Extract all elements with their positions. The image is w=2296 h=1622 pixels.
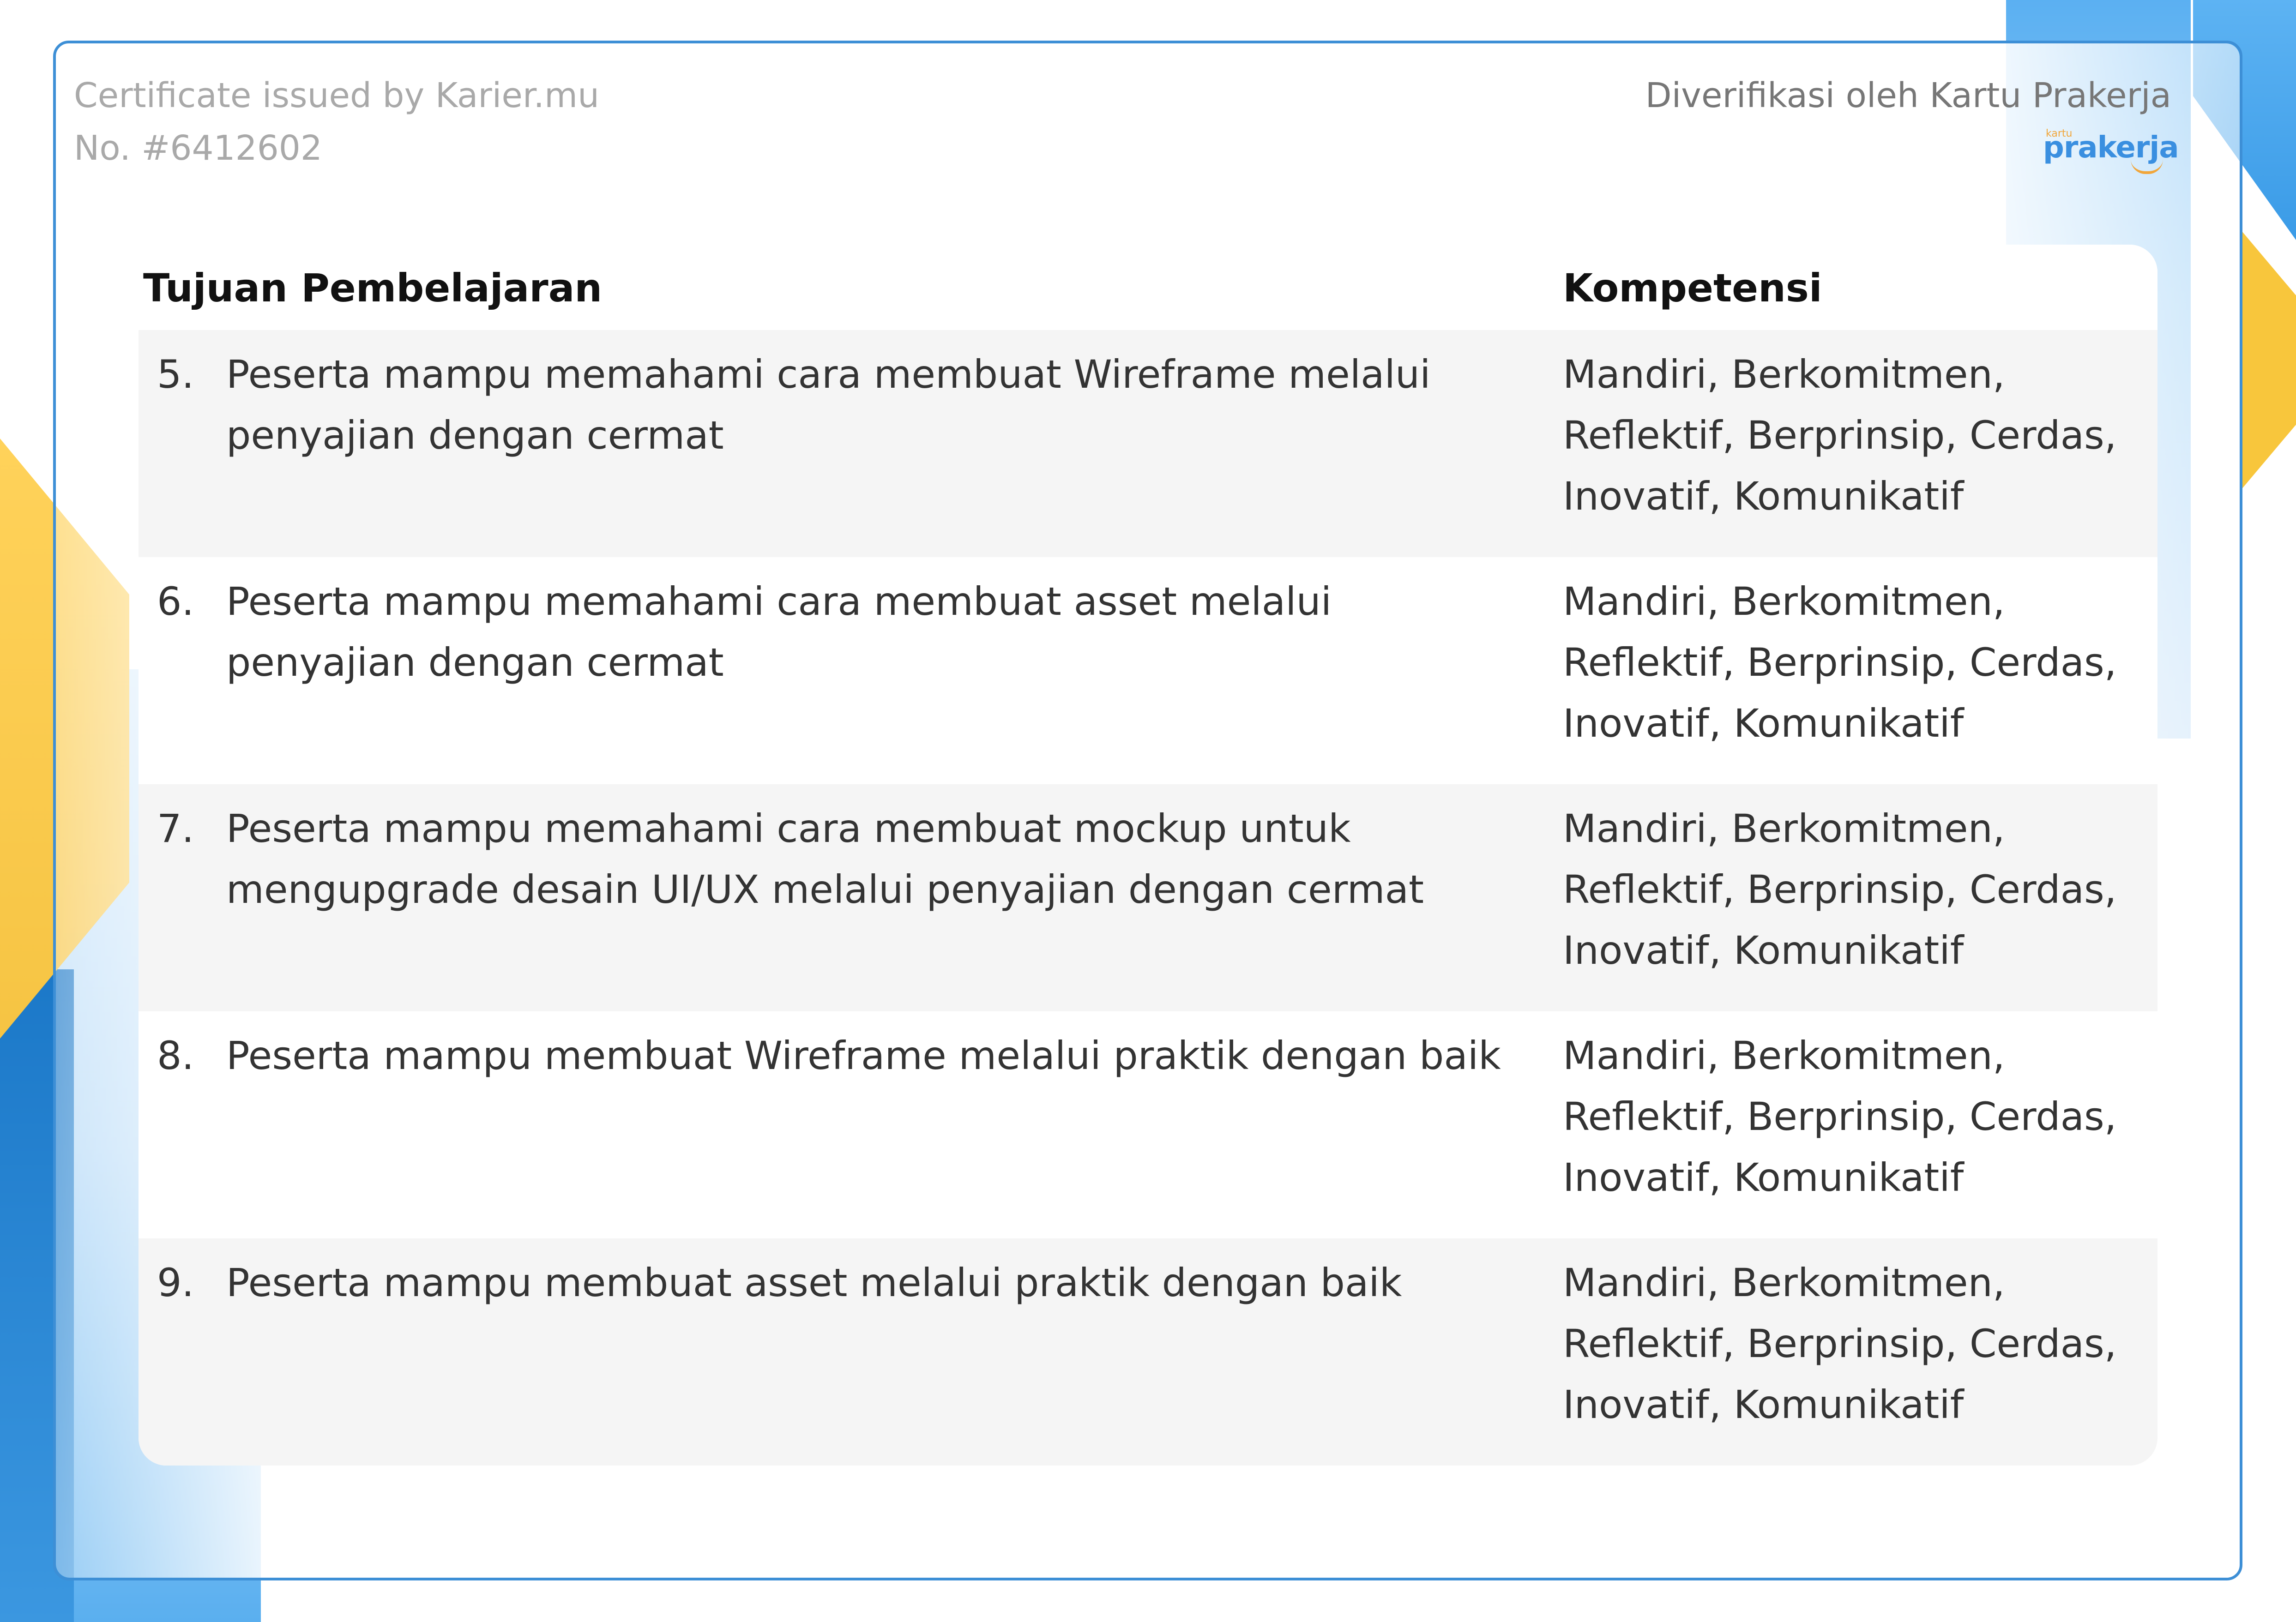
- table-row: 6. Peserta mampu memahami cara membuat a…: [139, 557, 2157, 784]
- row-competency: Mandiri, Berkomitmen, Reflektif, Berprin…: [1563, 1033, 2117, 1200]
- table-row: 9. Peserta mampu membuat asset melalui p…: [139, 1238, 2157, 1466]
- column-header-goal: Tujuan Pembelajaran: [143, 265, 603, 311]
- row-number: 9.: [157, 1260, 194, 1305]
- row-competency: Mandiri, Berkomitmen, Reflektif, Berprin…: [1563, 579, 2117, 746]
- verified-by-text: Diverifikasi oleh Kartu Prakerja: [1645, 76, 2171, 115]
- row-number: 8.: [157, 1033, 194, 1078]
- row-competency: Mandiri, Berkomitmen, Reflektif, Berprin…: [1563, 352, 2117, 519]
- table-row: 8. Peserta mampu membuat Wireframe melal…: [139, 1011, 2157, 1238]
- prakerja-logo: kartu prakerja: [2043, 127, 2179, 174]
- decorative-yellow-edge-right: [2242, 231, 2296, 489]
- verification-block: Diverifikasi oleh Kartu Prakerja: [1645, 69, 2171, 122]
- table-row: 7. Peserta mampu memahami cara membuat m…: [139, 784, 2157, 1011]
- row-goal: Peserta mampu memahami cara membuat asse…: [226, 579, 1332, 685]
- row-number: 5.: [157, 352, 194, 397]
- column-header-competency: Kompetensi: [1563, 265, 1822, 311]
- issuer-text: Certificate issued by Karier.mu: [74, 76, 600, 115]
- table-header: Tujuan Pembelajaran Kompetensi: [139, 245, 2157, 330]
- row-number: 7.: [157, 806, 194, 851]
- row-goal: Peserta mampu membuat asset melalui prak…: [226, 1260, 1402, 1305]
- row-competency: Mandiri, Berkomitmen, Reflektif, Berprin…: [1563, 1260, 2117, 1427]
- row-goal: Peserta mampu memahami cara membuat Wire…: [226, 352, 1431, 458]
- table-row: 5. Peserta mampu memahami cara membuat W…: [139, 330, 2157, 557]
- certificate-number: No. #6412602: [74, 128, 322, 168]
- logo-swoosh-icon: [2131, 159, 2163, 174]
- issuer-block: Certificate issued by Karier.mu No. #641…: [74, 69, 599, 174]
- row-goal: Peserta mampu memahami cara membuat mock…: [226, 806, 1424, 912]
- row-goal: Peserta mampu membuat Wireframe melalui …: [226, 1033, 1501, 1078]
- row-competency: Mandiri, Berkomitmen, Reflektif, Berprin…: [1563, 806, 2117, 973]
- certificate-page: Certificate issued by Karier.mu No. #641…: [0, 0, 2296, 1622]
- learning-objectives-table: Tujuan Pembelajaran Kompetensi 5. Pesert…: [139, 245, 2157, 1466]
- row-number: 6.: [157, 579, 194, 624]
